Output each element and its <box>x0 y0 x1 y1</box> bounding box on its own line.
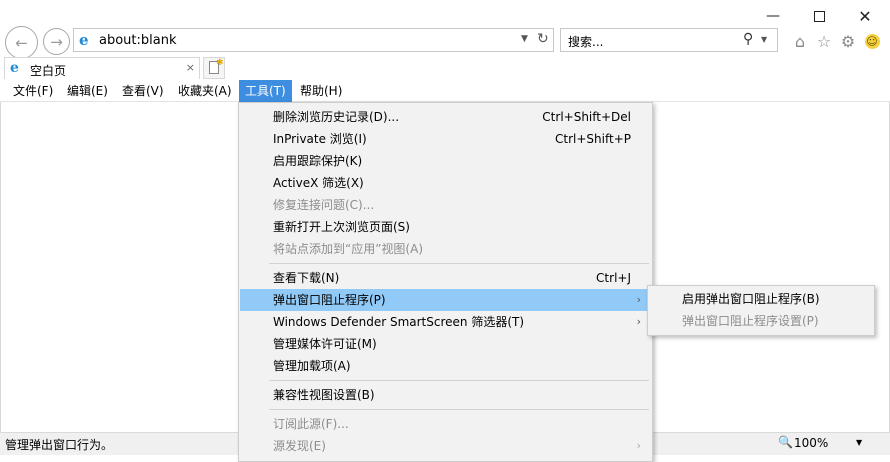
popup-blocker-submenu: 启用弹出窗口阻止程序(B) 弹出窗口阻止程序设置(P) <box>647 285 875 336</box>
menu-item-smartscreen[interactable]: Windows Defender SmartScreen 筛选器(T) › <box>240 311 651 333</box>
status-text: 管理弹出窗口行为。 <box>5 438 114 452</box>
settings-gear-icon: ⚙ <box>840 31 856 51</box>
menu-item-label: 启用弹出窗口阻止程序(B) <box>682 292 820 306</box>
favorites-button[interactable]: ☆ <box>814 31 834 51</box>
menu-view[interactable]: 查看(V) <box>116 80 170 102</box>
menu-item-label: 启用跟踪保护(K) <box>273 154 363 168</box>
menu-edit[interactable]: 编辑(E) <box>61 80 114 102</box>
menu-item-label: 订阅此源(F)... <box>273 417 349 431</box>
menu-item-manage-addons[interactable]: 管理加载项(A) <box>240 355 651 377</box>
menu-item-subscribe-feed[interactable]: 订阅此源(F)... <box>240 413 651 435</box>
address-bar[interactable]: e about:blank ▼ ↻ <box>73 28 554 52</box>
menu-item-view-downloads[interactable]: 查看下载(N) Ctrl+J <box>240 267 651 289</box>
menu-help[interactable]: 帮助(H) <box>294 80 348 102</box>
menu-item-inprivate[interactable]: InPrivate 浏览(I) Ctrl+Shift+P <box>240 128 651 150</box>
zoom-icon: 🔍 <box>778 435 793 449</box>
submenu-arrow-icon: › <box>636 439 641 452</box>
browser-tab[interactable]: e 空白页 × <box>4 57 200 79</box>
menu-item-shortcut: Ctrl+Shift+Del <box>542 110 631 124</box>
minimize-icon: — <box>766 8 780 24</box>
refresh-icon[interactable]: ↻ <box>537 31 549 47</box>
submenu-arrow-icon: › <box>636 315 641 328</box>
menu-file[interactable]: 文件(F) <box>7 80 59 102</box>
ie-logo-icon: e <box>79 31 89 49</box>
search-box[interactable]: 搜索... ⚲ ▼ <box>560 28 778 52</box>
new-tab-sparkle-icon: ✱ <box>216 58 224 68</box>
menu-item-label: 删除浏览历史记录(D)... <box>273 110 400 124</box>
menu-item-compat-view[interactable]: 兼容性视图设置(B) <box>240 384 651 406</box>
close-window-button[interactable]: ✕ <box>842 0 888 32</box>
menu-item-label: 管理媒体许可证(M) <box>273 337 377 351</box>
menu-item-feed-discovery[interactable]: 源发现(E) › <box>240 435 651 457</box>
menu-item-popup-blocker[interactable]: 弹出窗口阻止程序(P) › <box>240 289 651 311</box>
tab-title: 空白页 <box>30 64 67 78</box>
search-icon[interactable]: ⚲ <box>743 31 753 47</box>
menu-item-shortcut: Ctrl+Shift+P <box>555 132 631 146</box>
zoom-level[interactable]: 100% <box>794 436 828 450</box>
back-button[interactable]: ← <box>5 26 38 59</box>
menu-item-label: 查看下载(N) <box>273 271 340 285</box>
menu-separator <box>269 409 649 410</box>
home-icon: ⌂ <box>794 31 806 51</box>
address-dropdown-icon[interactable]: ▼ <box>521 34 528 44</box>
home-button[interactable]: ⌂ <box>790 31 810 51</box>
back-icon: ← <box>15 33 28 52</box>
menu-bar: 文件(F) 编辑(E) 查看(V) 收藏夹(A) 工具(T) 帮助(H) <box>0 80 890 102</box>
menu-item-activex-filtering[interactable]: ActiveX 筛选(X) <box>240 172 651 194</box>
menu-item-label: 兼容性视图设置(B) <box>273 388 375 402</box>
settings-button[interactable]: ⚙ <box>838 31 858 51</box>
maximize-button[interactable] <box>796 0 842 32</box>
submenu-item-popup-blocker-settings[interactable]: 弹出窗口阻止程序设置(P) <box>649 310 873 332</box>
menu-item-media-licenses[interactable]: 管理媒体许可证(M) <box>240 333 651 355</box>
forward-button[interactable]: → <box>43 28 70 55</box>
new-tab-button[interactable]: ✱ <box>203 57 225 79</box>
feedback-button[interactable]: ☺ <box>862 31 882 51</box>
zoom-dropdown-icon[interactable]: ▼ <box>856 438 862 447</box>
smiley-feedback-icon: ☺ <box>864 33 880 49</box>
address-text: about:blank <box>99 33 177 48</box>
submenu-arrow-icon: › <box>636 293 641 306</box>
menu-tools[interactable]: 工具(T) <box>239 80 292 102</box>
menu-item-label: 管理加载项(A) <box>273 359 351 373</box>
menu-favorites[interactable]: 收藏夹(A) <box>172 80 238 102</box>
maximize-icon <box>813 10 825 22</box>
menu-item-fix-connection[interactable]: 修复连接问题(C)... <box>240 194 651 216</box>
menu-item-label: ActiveX 筛选(X) <box>273 176 364 190</box>
menu-item-label: 重新打开上次浏览页面(S) <box>273 220 410 234</box>
submenu-item-enable-popup-blocker[interactable]: 启用弹出窗口阻止程序(B) <box>649 288 873 310</box>
tab-close-button[interactable]: × <box>186 61 195 74</box>
favorites-star-icon: ☆ <box>816 31 832 51</box>
search-input[interactable]: 搜索... <box>568 33 603 50</box>
search-dropdown-icon[interactable]: ▼ <box>761 35 767 44</box>
menu-item-label: 将站点添加到“应用”视图(A) <box>273 242 424 256</box>
menu-item-label: Windows Defender SmartScreen 筛选器(T) <box>273 315 525 329</box>
menu-separator <box>269 263 649 264</box>
menu-item-reopen-session[interactable]: 重新打开上次浏览页面(S) <box>240 216 651 238</box>
close-icon: ✕ <box>858 6 872 26</box>
menu-item-label: InPrivate 浏览(I) <box>273 132 367 146</box>
forward-icon: → <box>50 32 63 51</box>
menu-item-shortcut: Ctrl+J <box>596 271 631 285</box>
ie-tab-icon: e <box>10 60 19 76</box>
menu-item-label: 弹出窗口阻止程序(P) <box>273 293 386 307</box>
menu-item-tracking-protection[interactable]: 启用跟踪保护(K) <box>240 150 651 172</box>
menu-item-label: 源发现(E) <box>273 439 326 453</box>
menu-item-label: 修复连接问题(C)... <box>273 198 375 212</box>
menu-item-delete-history[interactable]: 删除浏览历史记录(D)... Ctrl+Shift+Del <box>240 106 651 128</box>
menu-item-add-to-apps[interactable]: 将站点添加到“应用”视图(A) <box>240 238 651 260</box>
tools-menu: 删除浏览历史记录(D)... Ctrl+Shift+Del InPrivate … <box>238 102 653 462</box>
menu-separator <box>269 380 649 381</box>
menu-item-label: 弹出窗口阻止程序设置(P) <box>682 314 819 328</box>
